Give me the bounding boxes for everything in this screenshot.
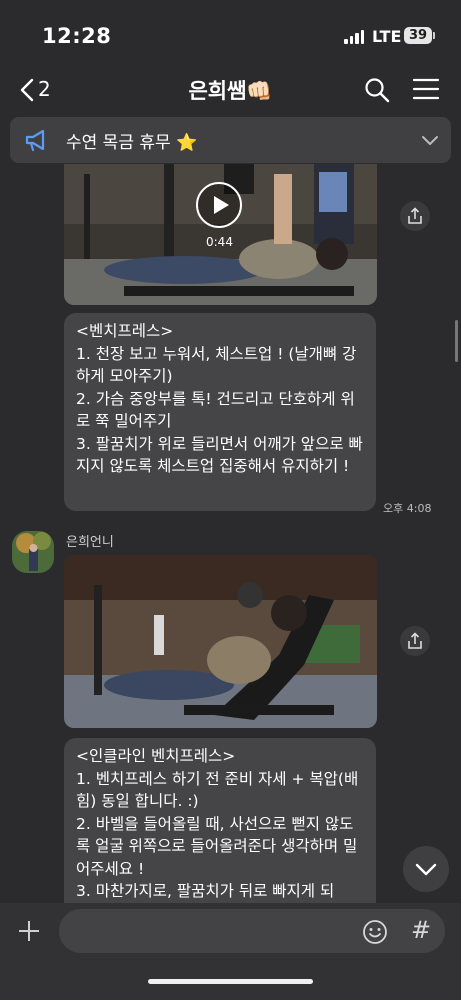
search-icon[interactable]: [364, 77, 390, 103]
play-icon: [214, 196, 229, 214]
play-button[interactable]: [196, 182, 242, 228]
share-icon[interactable]: [400, 201, 430, 231]
avatar-image: [12, 531, 54, 573]
avatar[interactable]: [12, 531, 54, 573]
plus-icon[interactable]: [16, 918, 42, 944]
signal-icon: [344, 30, 364, 44]
video-duration: 0:44: [206, 235, 233, 249]
chevron-down-icon[interactable]: [420, 130, 440, 150]
scroll-down-button[interactable]: [403, 846, 449, 892]
chat-header: 2 은희쌤👊🏻: [0, 64, 461, 114]
battery-icon: 39: [404, 27, 432, 44]
message-bubble: <벤치프레스> 1. 천장 보고 누워서, 체스트업 ! (날개뼈 강하게 모아…: [64, 313, 376, 511]
status-bar: 12:28 LTE 39: [0, 0, 461, 64]
message-bubble: <인클라인 벤치프레스> 1. 벤치프레스 하기 전 준비 자세 + 복압(배힘…: [64, 738, 376, 903]
message-time: 오후 4:08: [383, 502, 432, 515]
scrollbar[interactable]: [455, 320, 458, 362]
gym-incline-press-image: [64, 555, 377, 728]
menu-icon[interactable]: [412, 78, 440, 100]
emoji-icon[interactable]: [362, 919, 388, 945]
chat-title: 은희쌤👊🏻: [188, 79, 273, 103]
notice-banner[interactable]: 수연 목금 휴무 ⭐️: [10, 117, 451, 163]
network-type: LTE: [372, 27, 402, 46]
notice-text: 수연 목금 휴무 ⭐️: [66, 133, 198, 153]
battery-tip: [433, 32, 435, 39]
input-bar: #: [0, 903, 461, 1000]
home-indicator: [148, 979, 313, 984]
status-time: 12:28: [42, 24, 112, 48]
megaphone-icon: [25, 129, 45, 152]
chevron-down-icon: [415, 863, 437, 876]
message-image[interactable]: [64, 555, 377, 728]
share-icon[interactable]: [400, 626, 430, 656]
sender-name: 은희언니: [66, 535, 114, 550]
hash-icon[interactable]: #: [411, 916, 431, 944]
